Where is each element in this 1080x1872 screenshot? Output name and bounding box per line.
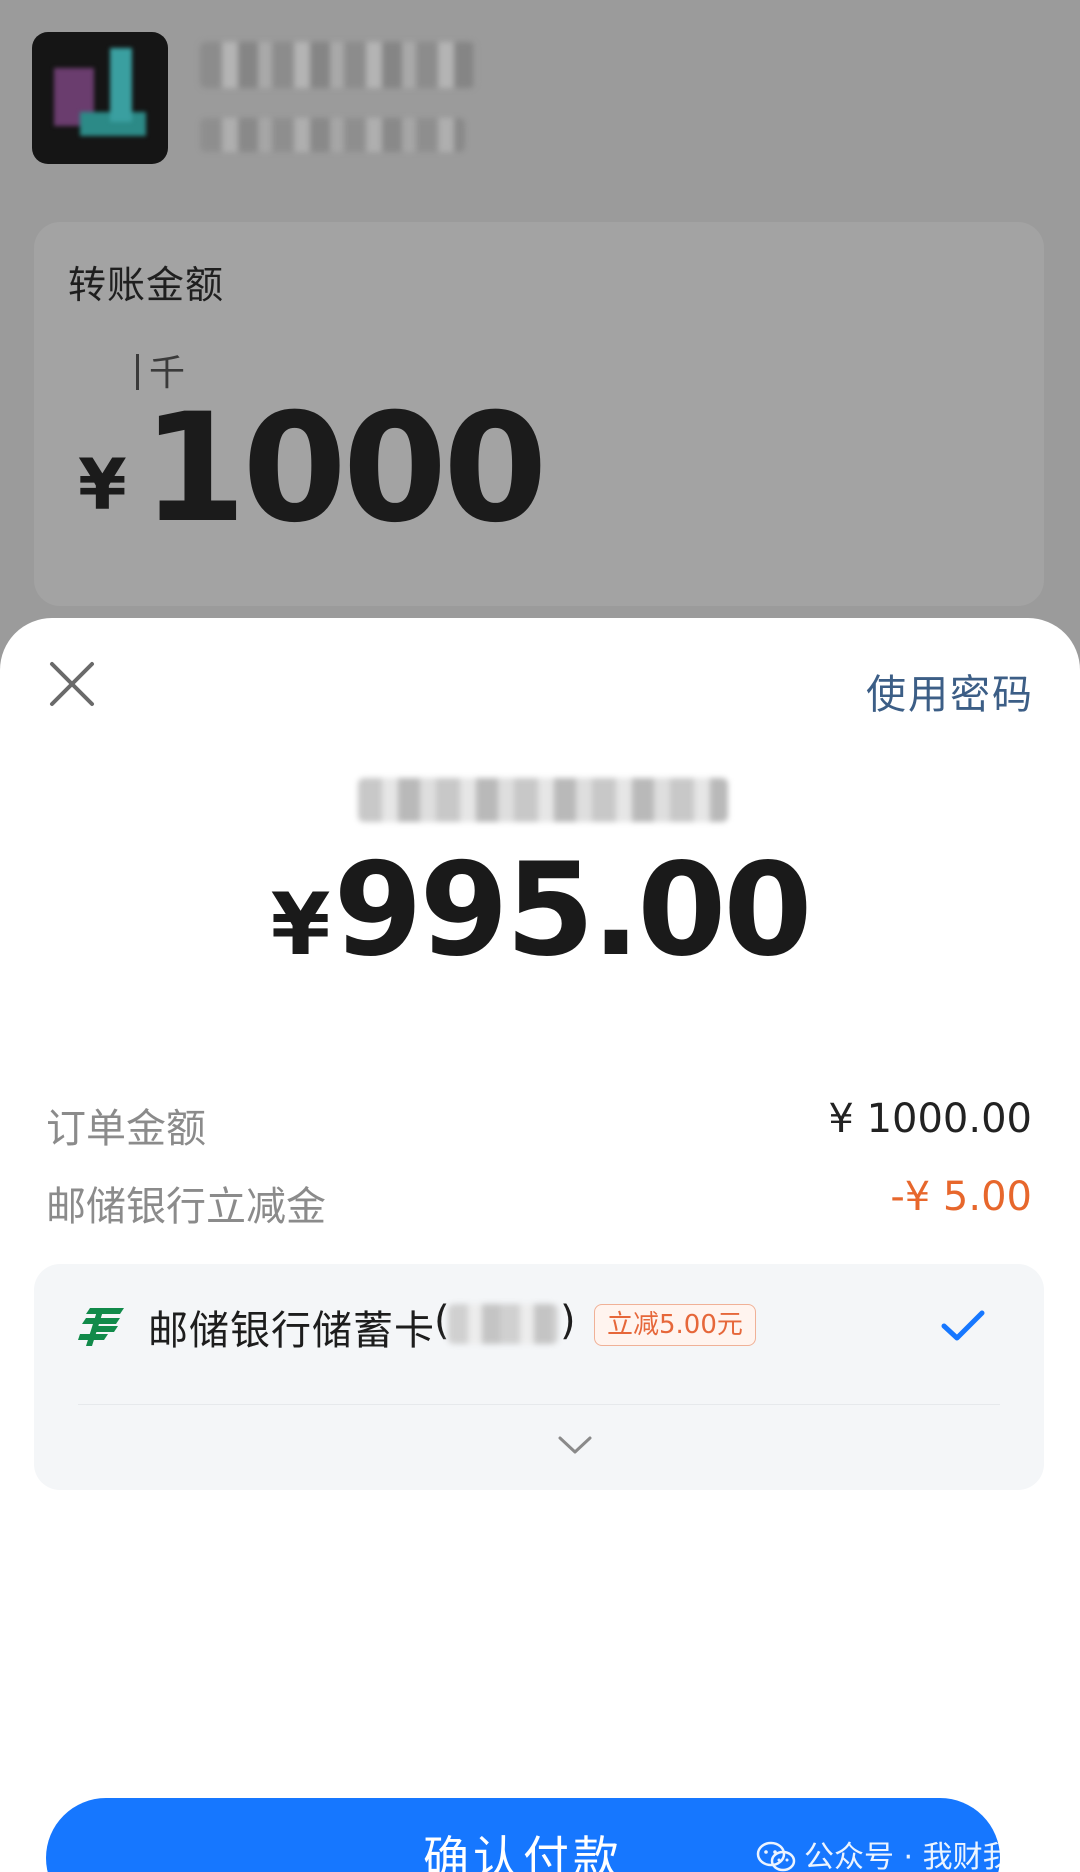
payment-sheet: 使用密码 ¥995.00 订单金额 ¥ 1000.00 邮储银行立减金 -¥ 5… bbox=[0, 618, 1080, 1872]
check-icon bbox=[940, 1308, 986, 1344]
payee-name-redacted bbox=[358, 778, 728, 822]
chevron-down-icon[interactable] bbox=[554, 1430, 596, 1460]
promo-tag: 立减5.00元 bbox=[594, 1304, 756, 1346]
payment-method-option[interactable]: 邮储银行储蓄卡 ( ) 立减5.00元 bbox=[34, 1264, 1044, 1384]
transfer-amount-card: 转账金额 千 ¥ 1000 bbox=[34, 222, 1044, 606]
order-amount-value: ¥ 1000.00 bbox=[828, 1096, 1032, 1142]
merchant-avatar bbox=[32, 32, 168, 164]
discount-row: 邮储银行立减金 -¥ 5.00 bbox=[46, 1174, 1034, 1234]
merchant-name-redacted bbox=[200, 42, 475, 88]
transfer-currency-symbol: ¥ bbox=[78, 444, 127, 526]
cursor-bar bbox=[136, 354, 139, 390]
transfer-amount-value: 1000 bbox=[142, 382, 547, 556]
watermark-text: 公众号 · 我财我 bbox=[804, 1840, 1013, 1872]
wechat-icon bbox=[756, 1841, 796, 1872]
bank-card-name: 邮储银行储蓄卡 bbox=[148, 1308, 435, 1354]
card-number-redacted bbox=[448, 1304, 558, 1344]
pay-amount-value: 995.00 bbox=[333, 836, 812, 985]
discount-label: 邮储银行立减金 bbox=[46, 1184, 326, 1230]
background-page: 转账金额 千 ¥ 1000 bbox=[0, 0, 1080, 700]
transfer-amount-label: 转账金额 bbox=[68, 263, 225, 307]
divider bbox=[78, 1404, 1000, 1405]
bank-logo-icon bbox=[78, 1304, 128, 1348]
use-password-link[interactable]: 使用密码 bbox=[866, 662, 1034, 720]
order-amount-row: 订单金额 ¥ 1000.00 bbox=[46, 1096, 1034, 1156]
discount-value: -¥ 5.00 bbox=[890, 1174, 1032, 1220]
merchant-subtitle-redacted bbox=[200, 118, 465, 152]
pay-amount: ¥995.00 bbox=[0, 836, 1080, 985]
pay-currency-symbol: ¥ bbox=[270, 875, 331, 975]
payment-method-card: 邮储银行储蓄卡 ( ) 立减5.00元 bbox=[34, 1264, 1044, 1490]
close-icon[interactable] bbox=[46, 658, 98, 710]
watermark: 公众号 · 我财我 bbox=[756, 1832, 1013, 1872]
card-number-paren-close: ) bbox=[560, 1298, 576, 1344]
order-amount-label: 订单金额 bbox=[46, 1106, 206, 1152]
